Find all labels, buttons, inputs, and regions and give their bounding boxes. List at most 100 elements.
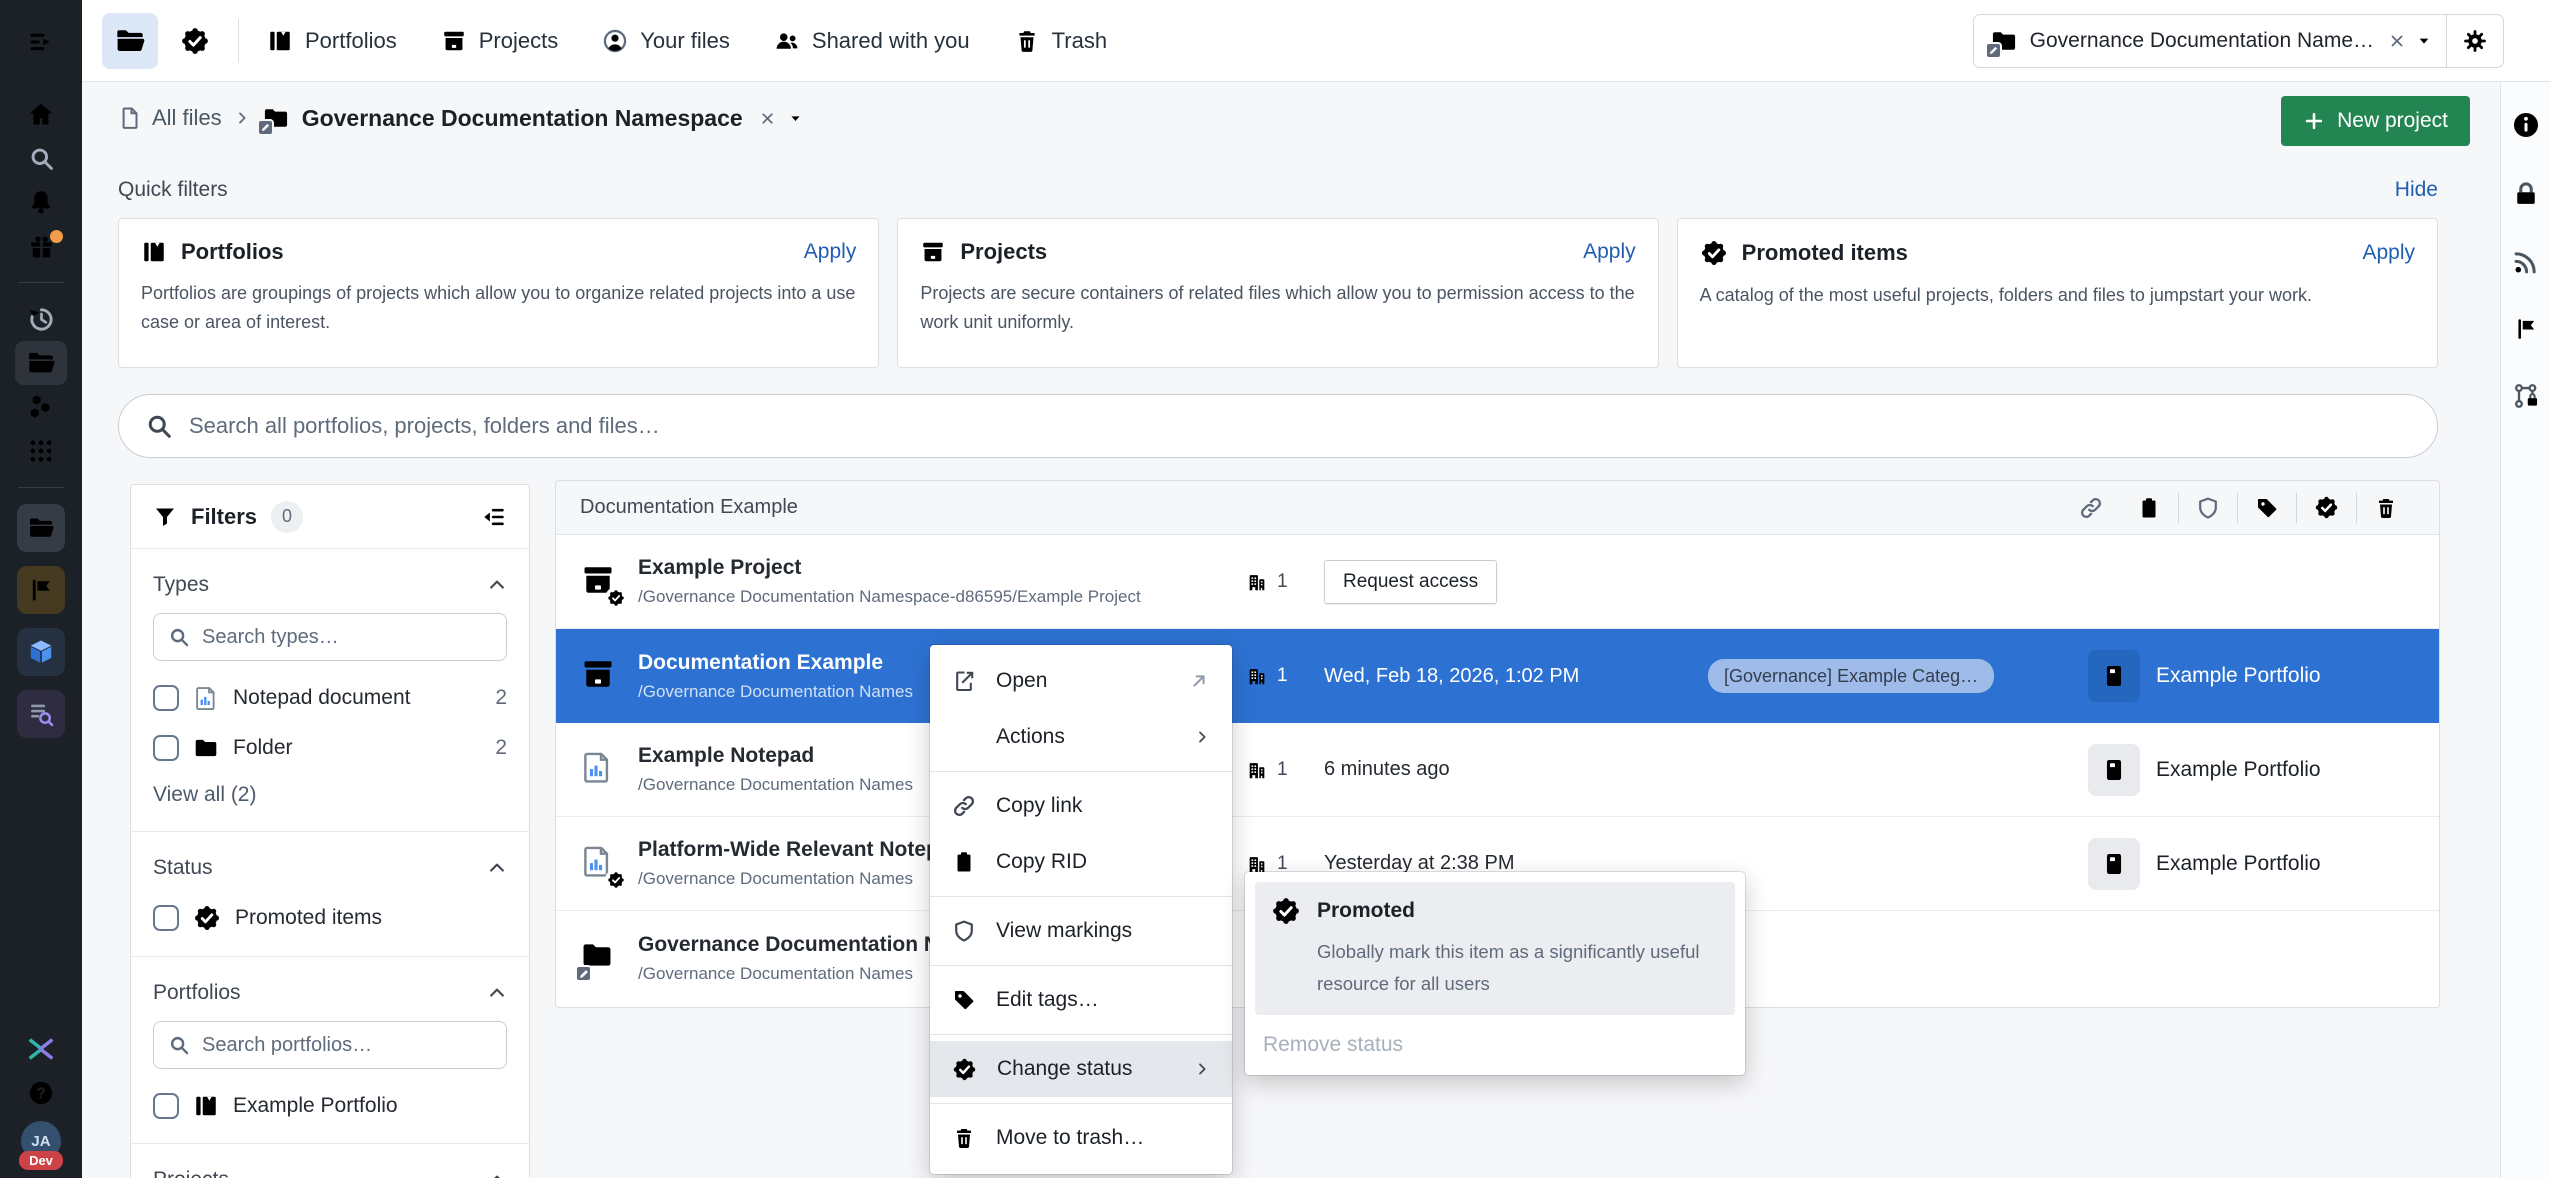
building-icon <box>1246 665 1268 687</box>
quick-filters: Quick filters Hide Portfolios Apply Port… <box>118 178 2438 368</box>
platform-logo-icon <box>25 1033 57 1065</box>
row-portfolio[interactable]: Example Portfolio <box>2088 744 2321 796</box>
tab-trash[interactable]: Trash <box>1014 28 1107 54</box>
sidebar-app-cube[interactable] <box>15 626 67 678</box>
file-row-example-notepad[interactable]: Example Notepad /Governance Documentatio… <box>556 723 2439 817</box>
filter-section-types: Types Notepad document 2 Folder <box>131 549 529 832</box>
sidebar-item-search[interactable] <box>15 136 67 180</box>
view-all-types-link[interactable]: View all (2) <box>153 783 507 807</box>
sidebar-logo[interactable] <box>15 1027 67 1071</box>
sidebar-item-files[interactable] <box>15 341 67 385</box>
chevron-up-icon[interactable] <box>487 575 507 595</box>
divider <box>930 771 1232 772</box>
info-icon[interactable] <box>2511 110 2541 140</box>
portfolios-search <box>153 1021 507 1069</box>
badge-check-icon <box>2314 495 2339 520</box>
sidebar-app-flag[interactable] <box>15 564 67 616</box>
row-portfolio[interactable]: Example Portfolio <box>2088 838 2321 890</box>
new-project-button[interactable]: New project <box>2281 96 2470 146</box>
row-tag[interactable]: [Governance] Example Categ… <box>1708 666 1994 687</box>
settings-button[interactable] <box>2447 28 2503 54</box>
chevron-right-icon <box>1194 1061 1210 1077</box>
tab-your-files[interactable]: Your files <box>602 28 730 54</box>
trash-button[interactable] <box>2357 496 2415 520</box>
sidebar-menu-button[interactable] <box>15 16 67 68</box>
chevron-up-icon[interactable] <box>487 1170 507 1178</box>
menu-item-change-status[interactable]: Change status <box>930 1041 1232 1097</box>
chevron-up-icon[interactable] <box>487 983 507 1003</box>
row-path: /Governance Documentation Names <box>638 682 913 702</box>
clear-scope-button[interactable] <box>2388 32 2406 50</box>
sidebar-app-data-search[interactable] <box>15 688 67 740</box>
status-button[interactable] <box>2297 495 2356 520</box>
sidebar-app-files[interactable] <box>15 502 67 554</box>
gear-icon <box>2462 28 2488 54</box>
sidebar-help[interactable] <box>15 1071 67 1115</box>
org-count: 1 <box>1246 571 1288 593</box>
quick-filters-title: Quick filters <box>118 178 228 202</box>
sidebar-item-whats-new[interactable] <box>15 224 67 268</box>
tab-label: Your files <box>640 28 730 54</box>
sidebar-item-history[interactable] <box>15 297 67 341</box>
clipboard-icon <box>2137 496 2161 520</box>
request-access-button[interactable]: Request access <box>1324 560 1497 604</box>
global-search-input[interactable] <box>189 413 2411 439</box>
apply-projects-filter-link[interactable]: Apply <box>1583 240 1636 264</box>
hide-quick-filters-link[interactable]: Hide <box>2395 178 2438 202</box>
tab-portfolios[interactable]: Portfolios <box>267 28 397 54</box>
details-rail <box>2500 82 2550 1178</box>
scope-dropdown-button[interactable] <box>2416 33 2432 49</box>
breadcrumb-all-files[interactable]: All files <box>118 105 222 131</box>
file-row-example-project[interactable]: Example Project /Governance Documentatio… <box>556 535 2439 629</box>
checkbox[interactable] <box>153 735 179 761</box>
menu-item-actions[interactable]: Actions <box>930 709 1232 765</box>
types-search-input[interactable] <box>202 626 492 649</box>
card-title: Promoted items <box>1742 240 1908 266</box>
checkbox[interactable] <box>153 1093 179 1119</box>
badge-check-icon <box>952 1057 977 1082</box>
flag-icon[interactable] <box>2513 316 2539 342</box>
collapse-filters-button[interactable] <box>481 504 507 530</box>
promoted-catalog-button[interactable] <box>180 26 210 56</box>
portfolios-search-input[interactable] <box>202 1034 492 1057</box>
tag-pill: [Governance] Example Categ… <box>1708 659 1994 693</box>
sidebar-item-resources[interactable] <box>15 385 67 429</box>
lock-icon[interactable] <box>2512 180 2540 208</box>
document-icon <box>118 106 142 130</box>
checkbox[interactable] <box>153 685 179 711</box>
menu-item-edit-tags[interactable]: Edit tags… <box>930 972 1232 1028</box>
submenu-item-promoted[interactable]: Promoted Globally mark this item as a si… <box>1255 882 1735 1015</box>
sidebar-item-apps[interactable] <box>15 429 67 473</box>
menu-item-open[interactable]: Open <box>930 653 1232 709</box>
row-portfolio[interactable]: Example Portfolio <box>2088 650 2321 702</box>
home-icon <box>27 100 55 128</box>
tab-shared-with-you[interactable]: Shared with you <box>774 28 970 54</box>
apply-promoted-filter-link[interactable]: Apply <box>2362 241 2415 265</box>
tags-button[interactable] <box>2238 496 2296 520</box>
chevron-up-icon[interactable] <box>487 858 507 878</box>
breadcrumb-current[interactable]: Governance Documentation Namespace <box>262 104 743 132</box>
branch-permissions-icon[interactable] <box>2512 382 2540 410</box>
divider <box>930 1103 1232 1104</box>
trash-icon <box>952 1126 976 1150</box>
menu-item-view-markings[interactable]: View markings <box>930 903 1232 959</box>
copy-link-button[interactable] <box>2062 496 2120 520</box>
search-icon <box>145 412 173 440</box>
markings-button[interactable] <box>2179 496 2237 520</box>
app-grid-icon <box>27 437 55 465</box>
sidebar-item-home[interactable] <box>15 92 67 136</box>
menu-item-move-to-trash[interactable]: Move to trash… <box>930 1110 1232 1166</box>
active-app-files-button[interactable] <box>102 13 158 69</box>
file-row-documentation-example-selected[interactable]: Documentation Example /Governance Docume… <box>556 629 2439 723</box>
activity-feed-icon[interactable] <box>2512 248 2540 276</box>
building-icon <box>1246 759 1268 781</box>
tab-projects[interactable]: Projects <box>441 28 558 54</box>
checkbox[interactable] <box>153 905 179 931</box>
clear-breadcrumb-filter-button[interactable] <box>759 110 776 127</box>
apply-portfolios-filter-link[interactable]: Apply <box>804 240 857 264</box>
menu-item-copy-rid[interactable]: Copy RID <box>930 834 1232 890</box>
sidebar-item-notifications[interactable] <box>15 180 67 224</box>
copy-rid-button[interactable] <box>2120 496 2178 520</box>
menu-item-copy-link[interactable]: Copy link <box>930 778 1232 834</box>
breadcrumb-dropdown-button[interactable] <box>788 111 803 126</box>
